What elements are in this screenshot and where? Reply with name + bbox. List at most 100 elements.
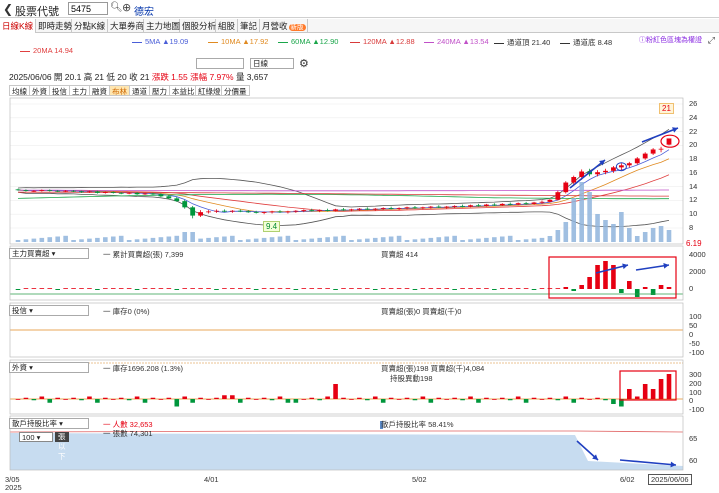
candle-body (214, 210, 219, 212)
stock-code-input[interactable] (68, 2, 108, 15)
expand-icon[interactable]: ⤢ (708, 35, 715, 46)
main-force-bar (341, 288, 346, 289)
foreign-bar (563, 396, 569, 399)
candle-body (476, 205, 481, 207)
settings-icon[interactable]: ⚙ (299, 57, 309, 70)
volume-bar (428, 237, 434, 242)
ma60-value: 60MA ▲12.90 (291, 37, 339, 46)
tab-daily-k[interactable]: 日線K線 (0, 19, 36, 33)
main-force-bar (349, 288, 354, 289)
tab-revenue[interactable]: 月營收 新版 (260, 19, 308, 33)
period-select[interactable]: 日線 (250, 58, 294, 69)
itab-ma[interactable]: 均線 (9, 85, 30, 96)
itab-pressure[interactable]: 壓力 (149, 85, 170, 96)
foreign-tick: 300 (689, 370, 702, 379)
foreign-bar (365, 399, 370, 401)
main-force-select[interactable]: 主力買賣超 ▾ (9, 248, 89, 259)
tab-analysis[interactable]: 個股分析 (180, 19, 216, 33)
candle-body (444, 206, 450, 208)
foreign-bar (134, 396, 140, 399)
volume-bar (595, 214, 600, 242)
main-force-bar (555, 288, 561, 289)
volume-bar (531, 238, 537, 242)
itab-traffic[interactable]: 紅綠燈 (195, 85, 224, 96)
main-force-bar (357, 288, 362, 289)
candle-body (222, 210, 227, 212)
price-tick: 8 (689, 223, 694, 232)
volume-bar (222, 236, 227, 242)
itab-trust[interactable]: 投信 (49, 85, 70, 96)
volume-bar (15, 240, 21, 242)
holders-select-label: 散戶持股比率 (12, 419, 57, 428)
foreign-bar (531, 397, 537, 399)
candle-body (349, 209, 354, 211)
candle-body (190, 207, 196, 216)
main-force-bar (499, 288, 505, 289)
main-force-bar (118, 288, 124, 289)
itab-margin[interactable]: 融資 (89, 85, 110, 96)
candle-body (245, 211, 251, 213)
main-force-bar (627, 281, 632, 289)
candle-body (531, 202, 537, 204)
volume-bar (634, 236, 640, 242)
foreign-bar (309, 397, 315, 399)
ohlc-pct: 漲幅 7.97% (190, 72, 234, 82)
channel-bottom-legend: 通道底 8.48 (560, 37, 612, 48)
itab-pe[interactable]: 本益比 (169, 85, 198, 96)
itab-bollinger[interactable]: 布林 (109, 85, 130, 96)
foreign-bar (595, 397, 600, 399)
volume-bar (555, 230, 561, 242)
tab-group[interactable]: 組股 (216, 19, 238, 33)
foreign-bar (436, 397, 442, 399)
foreign-select[interactable]: 外資 ▾ (9, 362, 89, 373)
volume-bar (206, 237, 211, 242)
volume-bar (333, 236, 338, 242)
foreign-bar (468, 396, 473, 399)
foreign-bar (182, 396, 188, 399)
itab-main[interactable]: 主力 (69, 85, 90, 96)
ohlc-change: 漲跌 1.55 (151, 72, 188, 82)
foreign-bar (142, 399, 148, 403)
tab-branch-k[interactable]: 分點K線 (72, 19, 108, 33)
holders-unit-button[interactable]: 張以下 (55, 432, 69, 461)
stock-code-label: 股票代號 (15, 6, 59, 18)
ma240-line (18, 189, 669, 192)
chart-controls: 日線 (0, 58, 300, 69)
holders-threshold-select[interactable]: 100 ▾ (19, 432, 53, 442)
volume-bar (388, 236, 394, 242)
itab-volume-profile[interactable]: 分價量 (221, 85, 250, 96)
indicator-select[interactable] (196, 58, 244, 69)
new-badge: 新版 (288, 24, 306, 31)
volume-bar (269, 237, 275, 242)
foreign-bar (428, 399, 434, 403)
candle-body (63, 190, 69, 192)
volume-bar (365, 238, 370, 242)
tab-intraday[interactable]: 即時走勢 (36, 19, 72, 33)
warrant-legend-link[interactable]: ⓘ粉紅色區塊為權證 (639, 35, 702, 45)
add-icon[interactable]: ⊕ (122, 1, 131, 14)
main-force-bar (468, 288, 473, 289)
volume-bar (460, 240, 465, 242)
volume-bar (523, 239, 529, 242)
candle-body (166, 196, 172, 199)
main-force-bar (547, 288, 553, 289)
chevron-left-icon[interactable]: ❮ (3, 2, 13, 16)
foreign-bar (452, 397, 457, 399)
tab-big-broker[interactable]: 大單券商 (108, 19, 144, 33)
main-force-bar (476, 288, 481, 289)
main-force-bar (309, 288, 315, 289)
itab-channel[interactable]: 通道 (129, 85, 150, 96)
tab-main-map[interactable]: 主力地圖 (144, 19, 180, 33)
volume-bar (372, 237, 378, 242)
main-force-bar (603, 261, 608, 289)
tab-notes[interactable]: 筆記 (238, 19, 260, 33)
itab-foreign[interactable]: 外資 (29, 85, 50, 96)
foreign-bar (484, 397, 489, 399)
search-icon[interactable]: 🔍︎ (110, 2, 123, 13)
main-force-bar (214, 289, 219, 290)
main-force-bar (333, 289, 338, 290)
trust-tick: 100 (689, 312, 702, 321)
trust-select[interactable]: 投信 ▾ (9, 305, 89, 316)
price-tick: 10 (689, 209, 698, 219)
holders-select[interactable]: 散戶持股比率 ▾ (9, 418, 89, 429)
